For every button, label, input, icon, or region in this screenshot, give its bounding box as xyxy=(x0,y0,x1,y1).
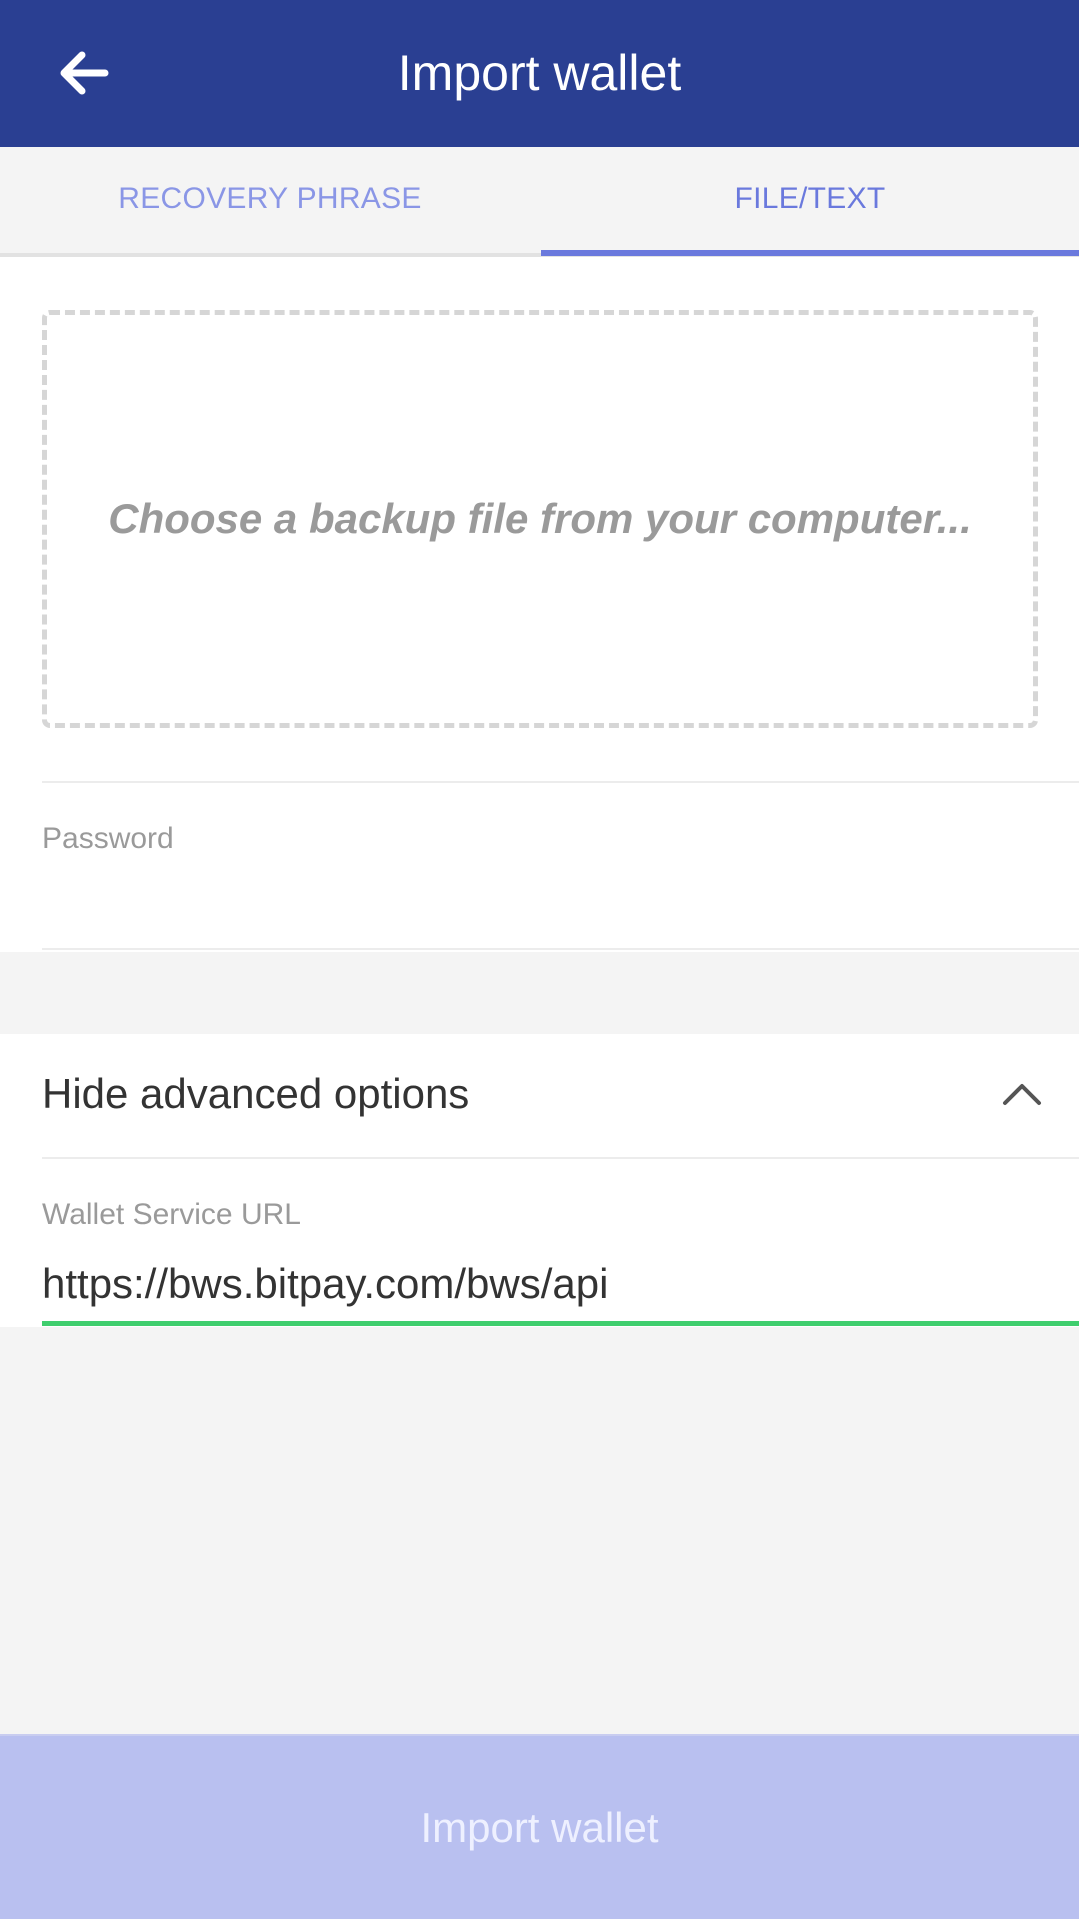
password-input[interactable] xyxy=(42,870,1079,950)
active-tab-indicator xyxy=(541,250,1079,256)
tab-file-text[interactable]: FILE/TEXT xyxy=(540,147,1079,257)
back-button[interactable] xyxy=(44,36,124,110)
import-wallet-screen: Import wallet RECOVERY PHRASE FILE/TEXT … xyxy=(0,0,1079,1919)
wallet-service-url-input[interactable] xyxy=(42,1246,1079,1326)
chevron-up-icon xyxy=(1003,1084,1041,1105)
app-header: Import wallet xyxy=(0,0,1079,147)
divider xyxy=(42,781,1079,783)
wallet-service-url-label: Wallet Service URL xyxy=(42,1198,301,1231)
password-label: Password xyxy=(42,822,174,855)
divider xyxy=(42,1157,1079,1159)
import-wallet-button[interactable]: Import wallet xyxy=(0,1734,1079,1919)
dropzone-label: Choose a backup file from your computer.… xyxy=(108,495,972,542)
advanced-options-label: Hide advanced options xyxy=(42,1070,470,1117)
arrow-left-icon xyxy=(60,51,109,95)
page-title: Import wallet xyxy=(397,45,682,101)
import-wallet-button-label: Import wallet xyxy=(420,1803,659,1851)
backup-file-dropzone[interactable]: Choose a backup file from your computer.… xyxy=(42,310,1038,728)
import-tabs: RECOVERY PHRASE FILE/TEXT xyxy=(0,147,1079,257)
tab-recovery-phrase[interactable]: RECOVERY PHRASE xyxy=(0,147,540,257)
